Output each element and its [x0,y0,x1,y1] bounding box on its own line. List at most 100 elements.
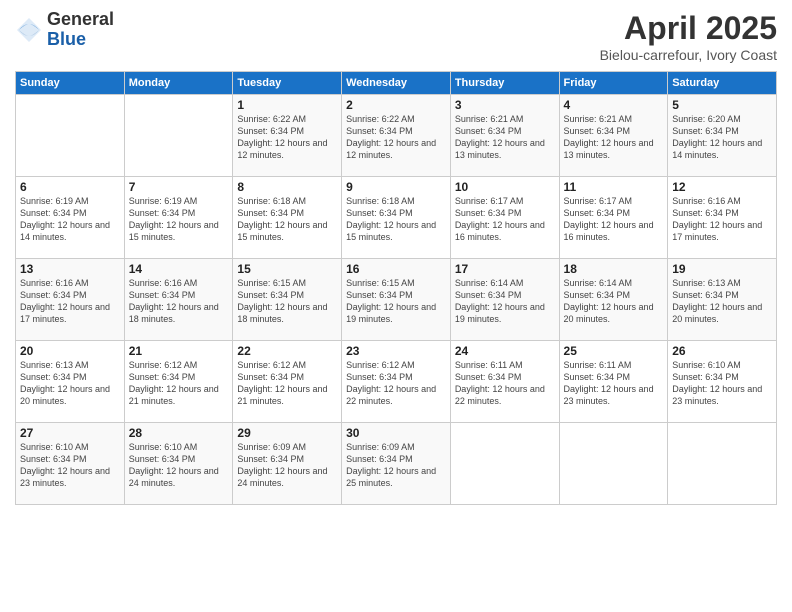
day-info: Sunrise: 6:16 AMSunset: 6:34 PMDaylight:… [20,277,120,326]
calendar-day-cell: 27Sunrise: 6:10 AMSunset: 6:34 PMDayligh… [16,423,125,505]
day-info: Sunrise: 6:22 AMSunset: 6:34 PMDaylight:… [346,113,446,162]
day-number: 28 [129,426,229,440]
calendar-day-cell [16,95,125,177]
calendar-week-row: 13Sunrise: 6:16 AMSunset: 6:34 PMDayligh… [16,259,777,341]
calendar-day-cell: 13Sunrise: 6:16 AMSunset: 6:34 PMDayligh… [16,259,125,341]
day-info: Sunrise: 6:14 AMSunset: 6:34 PMDaylight:… [564,277,664,326]
calendar-day-cell: 24Sunrise: 6:11 AMSunset: 6:34 PMDayligh… [450,341,559,423]
calendar-day-cell: 16Sunrise: 6:15 AMSunset: 6:34 PMDayligh… [342,259,451,341]
calendar-day-cell: 25Sunrise: 6:11 AMSunset: 6:34 PMDayligh… [559,341,668,423]
calendar-day-cell: 10Sunrise: 6:17 AMSunset: 6:34 PMDayligh… [450,177,559,259]
day-number: 4 [564,98,664,112]
page: General Blue April 2025 Bielou-carrefour… [0,0,792,612]
calendar-week-row: 6Sunrise: 6:19 AMSunset: 6:34 PMDaylight… [16,177,777,259]
main-title: April 2025 [600,10,777,47]
calendar-day-cell: 23Sunrise: 6:12 AMSunset: 6:34 PMDayligh… [342,341,451,423]
calendar-day-cell: 8Sunrise: 6:18 AMSunset: 6:34 PMDaylight… [233,177,342,259]
day-info: Sunrise: 6:19 AMSunset: 6:34 PMDaylight:… [20,195,120,244]
day-info: Sunrise: 6:13 AMSunset: 6:34 PMDaylight:… [672,277,772,326]
day-info: Sunrise: 6:11 AMSunset: 6:34 PMDaylight:… [564,359,664,408]
calendar-day-cell [668,423,777,505]
calendar-day-cell: 17Sunrise: 6:14 AMSunset: 6:34 PMDayligh… [450,259,559,341]
calendar-day-cell: 2Sunrise: 6:22 AMSunset: 6:34 PMDaylight… [342,95,451,177]
calendar-week-row: 20Sunrise: 6:13 AMSunset: 6:34 PMDayligh… [16,341,777,423]
logo-text: General Blue [47,10,114,50]
day-info: Sunrise: 6:21 AMSunset: 6:34 PMDaylight:… [455,113,555,162]
calendar-week-row: 27Sunrise: 6:10 AMSunset: 6:34 PMDayligh… [16,423,777,505]
day-info: Sunrise: 6:19 AMSunset: 6:34 PMDaylight:… [129,195,229,244]
calendar-header-cell: Monday [124,72,233,95]
day-info: Sunrise: 6:18 AMSunset: 6:34 PMDaylight:… [346,195,446,244]
day-number: 8 [237,180,337,194]
day-info: Sunrise: 6:12 AMSunset: 6:34 PMDaylight:… [129,359,229,408]
day-info: Sunrise: 6:09 AMSunset: 6:34 PMDaylight:… [346,441,446,490]
calendar-day-cell: 9Sunrise: 6:18 AMSunset: 6:34 PMDaylight… [342,177,451,259]
logo-general: General [47,10,114,30]
calendar-day-cell: 22Sunrise: 6:12 AMSunset: 6:34 PMDayligh… [233,341,342,423]
calendar-day-cell: 20Sunrise: 6:13 AMSunset: 6:34 PMDayligh… [16,341,125,423]
calendar-day-cell: 29Sunrise: 6:09 AMSunset: 6:34 PMDayligh… [233,423,342,505]
calendar-day-cell: 4Sunrise: 6:21 AMSunset: 6:34 PMDaylight… [559,95,668,177]
day-info: Sunrise: 6:22 AMSunset: 6:34 PMDaylight:… [237,113,337,162]
day-info: Sunrise: 6:16 AMSunset: 6:34 PMDaylight:… [129,277,229,326]
calendar-day-cell: 15Sunrise: 6:15 AMSunset: 6:34 PMDayligh… [233,259,342,341]
day-number: 11 [564,180,664,194]
calendar-header-cell: Thursday [450,72,559,95]
day-number: 2 [346,98,446,112]
day-number: 14 [129,262,229,276]
day-number: 20 [20,344,120,358]
day-number: 15 [237,262,337,276]
calendar-day-cell: 28Sunrise: 6:10 AMSunset: 6:34 PMDayligh… [124,423,233,505]
day-info: Sunrise: 6:14 AMSunset: 6:34 PMDaylight:… [455,277,555,326]
day-info: Sunrise: 6:16 AMSunset: 6:34 PMDaylight:… [672,195,772,244]
day-info: Sunrise: 6:15 AMSunset: 6:34 PMDaylight:… [237,277,337,326]
title-block: April 2025 Bielou-carrefour, Ivory Coast [600,10,777,63]
calendar-day-cell: 18Sunrise: 6:14 AMSunset: 6:34 PMDayligh… [559,259,668,341]
day-info: Sunrise: 6:20 AMSunset: 6:34 PMDaylight:… [672,113,772,162]
calendar-body: 1Sunrise: 6:22 AMSunset: 6:34 PMDaylight… [16,95,777,505]
calendar-day-cell: 14Sunrise: 6:16 AMSunset: 6:34 PMDayligh… [124,259,233,341]
calendar-week-row: 1Sunrise: 6:22 AMSunset: 6:34 PMDaylight… [16,95,777,177]
calendar-day-cell: 11Sunrise: 6:17 AMSunset: 6:34 PMDayligh… [559,177,668,259]
day-number: 1 [237,98,337,112]
calendar-header-cell: Sunday [16,72,125,95]
day-number: 13 [20,262,120,276]
day-number: 25 [564,344,664,358]
calendar-day-cell: 21Sunrise: 6:12 AMSunset: 6:34 PMDayligh… [124,341,233,423]
day-number: 24 [455,344,555,358]
calendar-day-cell: 30Sunrise: 6:09 AMSunset: 6:34 PMDayligh… [342,423,451,505]
day-number: 17 [455,262,555,276]
day-number: 27 [20,426,120,440]
calendar-header-row: SundayMondayTuesdayWednesdayThursdayFrid… [16,72,777,95]
calendar-table: SundayMondayTuesdayWednesdayThursdayFrid… [15,71,777,505]
calendar-day-cell: 7Sunrise: 6:19 AMSunset: 6:34 PMDaylight… [124,177,233,259]
logo-blue: Blue [47,30,114,50]
header: General Blue April 2025 Bielou-carrefour… [15,10,777,63]
day-info: Sunrise: 6:11 AMSunset: 6:34 PMDaylight:… [455,359,555,408]
day-info: Sunrise: 6:17 AMSunset: 6:34 PMDaylight:… [455,195,555,244]
logo: General Blue [15,10,114,50]
day-number: 7 [129,180,229,194]
day-number: 16 [346,262,446,276]
day-number: 9 [346,180,446,194]
calendar-day-cell [559,423,668,505]
calendar-day-cell: 3Sunrise: 6:21 AMSunset: 6:34 PMDaylight… [450,95,559,177]
calendar-day-cell: 26Sunrise: 6:10 AMSunset: 6:34 PMDayligh… [668,341,777,423]
logo-icon [15,16,43,44]
calendar-day-cell [124,95,233,177]
day-number: 21 [129,344,229,358]
day-number: 26 [672,344,772,358]
calendar-day-cell: 12Sunrise: 6:16 AMSunset: 6:34 PMDayligh… [668,177,777,259]
day-number: 5 [672,98,772,112]
day-info: Sunrise: 6:17 AMSunset: 6:34 PMDaylight:… [564,195,664,244]
day-number: 18 [564,262,664,276]
day-number: 3 [455,98,555,112]
calendar-day-cell: 5Sunrise: 6:20 AMSunset: 6:34 PMDaylight… [668,95,777,177]
day-number: 23 [346,344,446,358]
day-info: Sunrise: 6:09 AMSunset: 6:34 PMDaylight:… [237,441,337,490]
day-number: 6 [20,180,120,194]
day-info: Sunrise: 6:21 AMSunset: 6:34 PMDaylight:… [564,113,664,162]
calendar-header-cell: Wednesday [342,72,451,95]
calendar-day-cell: 6Sunrise: 6:19 AMSunset: 6:34 PMDaylight… [16,177,125,259]
day-info: Sunrise: 6:18 AMSunset: 6:34 PMDaylight:… [237,195,337,244]
